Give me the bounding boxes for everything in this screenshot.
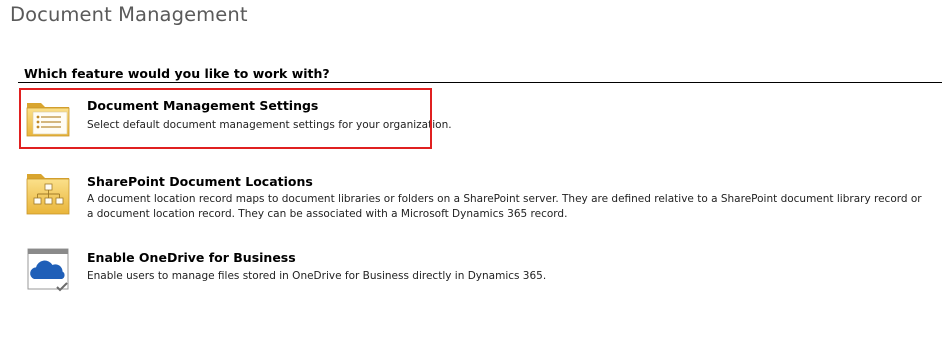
section-heading: Which feature would you like to work wit… [24,66,330,81]
document-management-page: Document Management Which feature would … [0,0,942,339]
feature-title[interactable]: Enable OneDrive for Business [87,250,296,265]
feature-sharepoint-document-locations[interactable]: SharePoint Document Locations A document… [20,168,922,228]
feature-description: Enable users to manage files stored in O… [87,270,547,282]
feature-description: Select default document management setti… [87,119,452,131]
section-divider [18,82,942,83]
settings-list-icon [24,94,72,142]
feature-description: A document location record maps to docum… [87,193,922,220]
feature-title[interactable]: SharePoint Document Locations [87,174,313,189]
sitemap-folder-icon [24,170,72,218]
feature-title[interactable]: Document Management Settings [87,98,318,113]
page-title: Document Management [10,3,248,26]
feature-enable-onedrive[interactable]: Enable OneDrive for Business Enable user… [20,244,920,292]
onedrive-cloud-icon [24,246,72,294]
feature-document-management-settings[interactable]: Document Management Settings Select defa… [20,92,920,146]
